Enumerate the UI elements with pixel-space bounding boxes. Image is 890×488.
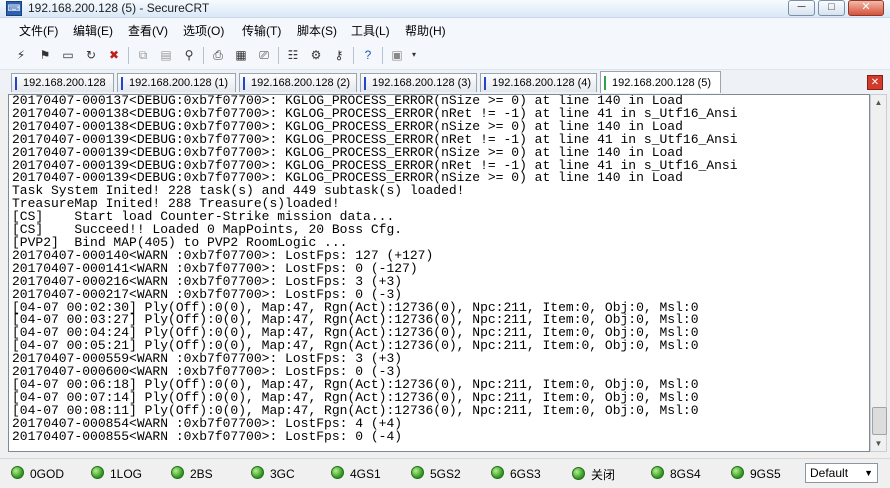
title-bar: ⌨ 192.168.200.128 (5) - SecureCRT ─ □ ✕	[0, 0, 890, 18]
green-dot-icon	[651, 466, 664, 479]
green-dot-icon	[331, 466, 344, 479]
green-dot-icon	[91, 466, 104, 479]
green-dot-icon	[491, 466, 504, 479]
tab-status-marker	[15, 77, 17, 90]
button-9gs5[interactable]: 9GS5	[731, 466, 781, 481]
button-label: 2BS	[190, 467, 213, 481]
tab-label: 192.168.200.128 (3)	[372, 77, 472, 89]
menu-transfer[interactable]: 传输(T)	[242, 22, 281, 39]
reconnect-icon[interactable]: ↻	[82, 46, 100, 64]
button-5gs2[interactable]: 5GS2	[411, 466, 461, 481]
button-3gc[interactable]: 3GC	[251, 466, 295, 481]
print-setup-icon[interactable]: ⎚	[255, 46, 273, 64]
tab-status-marker	[604, 76, 606, 90]
button-label: 8GS4	[670, 467, 701, 481]
green-dot-icon	[572, 467, 585, 480]
tab-session-5-active[interactable]: 192.168.200.128 (5)	[600, 71, 721, 93]
minimize-button[interactable]: ─	[788, 0, 815, 16]
tab-session-4[interactable]: 192.168.200.128 (4)	[480, 73, 597, 92]
tab-session-2[interactable]: 192.168.200.128 (2)	[239, 73, 357, 92]
connect-tab-icon[interactable]: ▭	[59, 46, 77, 64]
button-bar-select-value: Default	[810, 466, 849, 480]
green-dot-icon	[11, 466, 24, 479]
button-label: 0GOD	[30, 467, 65, 481]
copy-icon[interactable]: ⧉	[134, 46, 152, 64]
tab-status-marker	[484, 77, 486, 90]
tab-label: 192.168.200.128 (4)	[492, 77, 592, 89]
button-label: 6GS3	[510, 467, 541, 481]
tab-session-1[interactable]: 192.168.200.128 (1)	[117, 73, 236, 92]
securecrt-app-icon[interactable]: ⌨	[6, 1, 22, 16]
scroll-up-icon[interactable]: ▲	[871, 95, 886, 110]
tab-status-marker	[243, 77, 245, 90]
menu-file[interactable]: 文件(F)	[19, 22, 58, 39]
close-window-button[interactable]: ✕	[848, 0, 884, 16]
menu-view[interactable]: 查看(V)	[128, 22, 168, 39]
chevron-down-icon: ▼	[864, 468, 873, 478]
button-6gs3[interactable]: 6GS3	[491, 466, 541, 481]
menu-bar: 文件(F) 编辑(E) 查看(V) 选项(O) 传输(T) 脚本(S) 工具(L…	[0, 18, 890, 42]
find-icon[interactable]: ⚲	[180, 46, 198, 64]
button-bar-select[interactable]: Default ▼	[805, 463, 878, 483]
button-2bs[interactable]: 2BS	[171, 466, 213, 481]
button-label: 4GS1	[350, 467, 381, 481]
toolbar-separator	[353, 47, 354, 64]
toolbar-separator	[278, 47, 279, 64]
terminal-text: 20170407-000137<DEBUG:0xb7f07700>: KGLOG…	[9, 95, 869, 443]
session-tab-bar: 192.168.200.128 192.168.200.128 (1) 192.…	[0, 70, 890, 94]
menu-options[interactable]: 选项(O)	[183, 22, 224, 39]
window-title: 192.168.200.128 (5) - SecureCRT	[28, 1, 210, 15]
tab-label: 192.168.200.128 (2)	[251, 77, 351, 89]
quick-connect-icon[interactable]: ⚑	[36, 46, 54, 64]
button-0god[interactable]: 0GOD	[11, 466, 64, 481]
tab-status-marker	[121, 77, 123, 90]
button-8gs4[interactable]: 8GS4	[651, 466, 701, 481]
print-icon[interactable]: ⎙	[209, 46, 227, 64]
terminal-scrollbar[interactable]: ▲ ▼	[870, 94, 887, 452]
paste-icon[interactable]: ▤	[157, 46, 175, 64]
green-dot-icon	[171, 466, 184, 479]
toolbar-separator	[128, 47, 129, 64]
button-4gs1[interactable]: 4GS1	[331, 466, 381, 481]
button-label: 1LOG	[110, 467, 143, 481]
toolbar-separator	[203, 47, 204, 64]
toolbar-overflow-icon[interactable]: ▾	[410, 46, 418, 64]
tab-status-marker	[364, 77, 366, 90]
toolbar-separator	[382, 47, 383, 64]
scroll-down-icon[interactable]: ▼	[871, 436, 886, 451]
menu-edit[interactable]: 编辑(E)	[73, 22, 113, 39]
button-label: 3GC	[270, 467, 295, 481]
print-selection-icon[interactable]: ▦	[232, 46, 250, 64]
close-tab-button[interactable]: ✕	[867, 75, 883, 90]
tab-label: 192.168.200.128	[23, 77, 106, 89]
tab-session-3[interactable]: 192.168.200.128 (3)	[360, 73, 477, 92]
button-label: 关闭	[591, 468, 616, 482]
key-icon[interactable]: ⚷	[330, 46, 348, 64]
button-label: 9GS5	[750, 467, 781, 481]
menu-script[interactable]: 脚本(S)	[297, 22, 337, 39]
green-dot-icon	[251, 466, 264, 479]
log-icon[interactable]: ▣	[388, 46, 406, 64]
terminal-output[interactable]: 20170407-000137<DEBUG:0xb7f07700>: KGLOG…	[8, 94, 870, 452]
tab-session-0[interactable]: 192.168.200.128	[11, 73, 114, 92]
green-dot-icon	[731, 466, 744, 479]
help-icon[interactable]: ?	[359, 46, 377, 64]
tab-label: 192.168.200.128 (5)	[612, 77, 712, 89]
green-dot-icon	[411, 466, 424, 479]
session-options-icon[interactable]: ☷	[284, 46, 302, 64]
connect-icon[interactable]: ⚡	[12, 46, 30, 64]
tab-label: 192.168.200.128 (1)	[129, 77, 229, 89]
toolbar: ⚡ ⚑ ▭ ↻ ✖ ⧉ ▤ ⚲ ⎙ ▦ ⎚ ☷ ⚙ ⚷ ? ▣ ▾	[0, 42, 890, 70]
maximize-button[interactable]: □	[818, 0, 845, 16]
button-bar: 0GOD 1LOG 2BS 3GC 4GS1 5GS2 6GS3 关闭 8GS4…	[0, 458, 890, 488]
scrollbar-thumb[interactable]	[872, 407, 887, 435]
menu-tools[interactable]: 工具(L)	[351, 22, 390, 39]
global-options-icon[interactable]: ⚙	[307, 46, 325, 64]
button-label: 5GS2	[430, 467, 461, 481]
menu-help[interactable]: 帮助(H)	[405, 22, 446, 39]
disconnect-icon[interactable]: ✖	[105, 46, 123, 64]
button-1log[interactable]: 1LOG	[91, 466, 142, 481]
button-close-session[interactable]: 关闭	[572, 466, 615, 483]
terminal-line: 20170407-000855<WARN :0xb7f07700>: LostF…	[12, 428, 403, 444]
